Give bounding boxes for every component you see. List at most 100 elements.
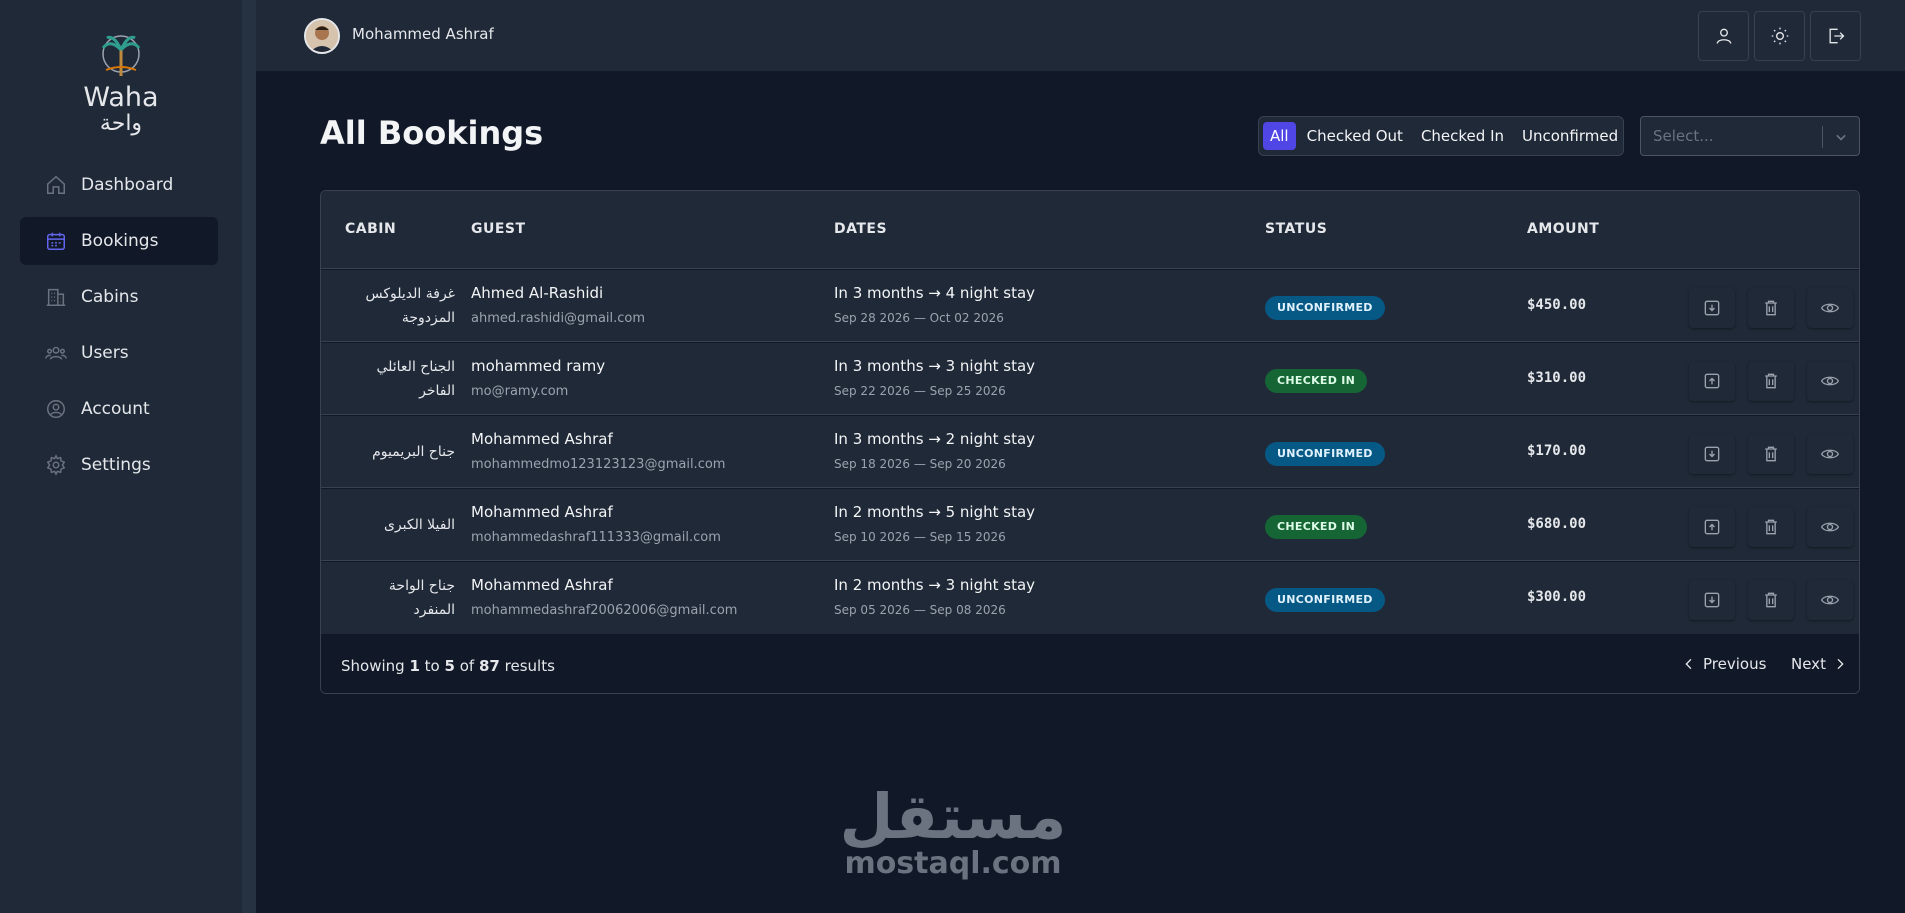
guest-name: Mohammed Ashraf xyxy=(471,576,613,594)
palm-logo-icon xyxy=(101,35,141,76)
delete-button[interactable] xyxy=(1748,507,1794,547)
next-label: Next xyxy=(1791,655,1826,673)
trash-icon xyxy=(1765,519,1777,535)
table-header: CABIN GUEST DATES STATUS AMOUNT xyxy=(321,191,1859,269)
delete-button[interactable] xyxy=(1748,288,1794,328)
trash-icon xyxy=(1765,592,1777,608)
download-box-icon xyxy=(1704,446,1720,462)
theme-toggle-button[interactable] xyxy=(1754,11,1805,61)
sun-icon xyxy=(1771,27,1788,45)
table-row: جناح الواحة المنفرد Mohammed Ashraf moha… xyxy=(321,562,1859,634)
column-header-amount: AMOUNT xyxy=(1527,221,1600,237)
logo-text-en: Waha xyxy=(83,82,159,113)
logout-icon xyxy=(1829,28,1844,44)
column-header-dates: DATES xyxy=(834,221,888,237)
logo-text-ar: واحة xyxy=(99,111,143,136)
sidebar-item-cabins[interactable]: Cabins xyxy=(20,273,218,321)
download-box-icon xyxy=(1704,592,1720,608)
sidebar-item-dashboard[interactable]: Dashboard xyxy=(20,161,218,209)
sidebar-item-label: Users xyxy=(81,343,129,363)
booking-amount: $310.00 xyxy=(1527,370,1587,386)
sidebar-item-settings[interactable]: Settings xyxy=(20,441,218,489)
chevron-down-icon xyxy=(1836,134,1846,141)
check-out-button[interactable] xyxy=(1689,507,1735,547)
logo[interactable]: Waha واحة xyxy=(0,30,242,136)
booking-amount: $300.00 xyxy=(1527,589,1587,605)
guest-name: Mohammed Ashraf xyxy=(471,430,613,448)
delete-button[interactable] xyxy=(1748,361,1794,401)
watermark-english: mostaql.com xyxy=(844,846,1062,881)
filter-checked-in[interactable]: Checked In xyxy=(1414,122,1511,150)
filter-unconfirmed[interactable]: Unconfirmed xyxy=(1515,122,1625,150)
filter-all[interactable]: All xyxy=(1263,122,1296,150)
sidebar-item-bookings[interactable]: Bookings xyxy=(20,217,218,265)
booking-amount: $450.00 xyxy=(1527,297,1587,313)
results-total: 87 xyxy=(478,657,500,675)
user-circle-icon xyxy=(47,400,65,418)
check-in-button[interactable] xyxy=(1689,580,1735,620)
calendar-icon xyxy=(47,232,65,250)
view-button[interactable] xyxy=(1807,434,1853,474)
column-header-cabin: CABIN xyxy=(345,221,397,237)
sidebar: Waha واحة Dashboard Bookings Cabins User… xyxy=(0,0,242,913)
guest-email: mo@ramy.com xyxy=(471,384,569,399)
previous-page-button[interactable]: Previous xyxy=(1681,655,1766,673)
delete-button[interactable] xyxy=(1748,434,1794,474)
watermark-arabic: مستقل xyxy=(839,780,1067,853)
check-out-button[interactable] xyxy=(1689,361,1735,401)
delete-button[interactable] xyxy=(1748,580,1794,620)
trash-icon xyxy=(1765,446,1777,462)
profile-button[interactable] xyxy=(1698,11,1749,61)
next-page-button[interactable]: Next xyxy=(1791,655,1848,673)
watermark: مستقل mostaql.com xyxy=(836,786,1070,880)
eye-icon xyxy=(1820,522,1840,532)
guest-name: Ahmed Al-Rashidi xyxy=(471,284,604,302)
date-range: Sep 10 2026 — Sep 15 2026 xyxy=(834,530,1006,544)
building-icon xyxy=(46,288,66,306)
stay-summary: In 3 months → 2 night stay xyxy=(834,430,1036,448)
home-icon xyxy=(47,175,65,194)
sidebar-item-users[interactable]: Users xyxy=(20,329,218,377)
avatar[interactable] xyxy=(304,18,340,54)
logout-button[interactable] xyxy=(1810,11,1861,61)
table-row: غرفة الديلوكس المزدوجة Ahmed Al-Rashidi … xyxy=(321,270,1859,342)
user-icon xyxy=(1716,28,1731,44)
results-from: 1 xyxy=(409,657,420,675)
status-badge: CHECKED IN xyxy=(1265,515,1368,539)
gear-icon xyxy=(46,454,66,476)
results-to: 5 xyxy=(444,657,455,675)
sidebar-item-account[interactable]: Account xyxy=(20,385,218,433)
table-row: جناح البريميوم Mohammed Ashraf mohammedm… xyxy=(321,416,1859,488)
sidebar-nav: Dashboard Bookings Cabins Users Account … xyxy=(20,161,218,497)
sort-select[interactable]: Select... xyxy=(1640,116,1860,156)
view-button[interactable] xyxy=(1807,361,1853,401)
booking-amount: $680.00 xyxy=(1527,516,1587,532)
cabin-name: الجناح العائلي الفاخر xyxy=(376,359,455,399)
view-button[interactable] xyxy=(1807,288,1853,328)
sidebar-scrollbar[interactable] xyxy=(242,0,256,913)
header-username: Mohammed Ashraf xyxy=(352,25,494,43)
avatar-portrait-icon xyxy=(306,20,338,52)
stay-summary: In 3 months → 4 night stay xyxy=(834,284,1036,302)
guest-email: ahmed.rashidi@gmail.com xyxy=(471,311,646,326)
view-button[interactable] xyxy=(1807,580,1853,620)
trash-icon xyxy=(1765,300,1777,316)
cabin-name: جناح البريميوم xyxy=(372,444,455,460)
eye-icon xyxy=(1820,376,1840,386)
cabin-name: غرفة الديلوكس المزدوجة xyxy=(365,286,455,326)
check-in-button[interactable] xyxy=(1689,434,1735,474)
table-footer: Showing 1 to 5 of 87 results Previous Ne… xyxy=(321,637,1859,693)
sidebar-item-label: Bookings xyxy=(81,231,159,251)
view-button[interactable] xyxy=(1807,507,1853,547)
sort-select-placeholder: Select... xyxy=(1653,127,1714,145)
stay-summary: In 2 months → 3 night stay xyxy=(834,576,1036,594)
check-in-button[interactable] xyxy=(1689,288,1735,328)
booking-amount: $170.00 xyxy=(1527,443,1587,459)
table-row: الجناح العائلي الفاخر mohammed ramy mo@r… xyxy=(321,343,1859,415)
filter-checked-out[interactable]: Checked Out xyxy=(1300,122,1410,150)
eye-icon xyxy=(1820,449,1840,459)
chevron-right-icon xyxy=(1837,658,1844,670)
top-header: Mohammed Ashraf xyxy=(256,0,1905,72)
status-badge: UNCONFIRMED xyxy=(1265,442,1385,466)
trash-icon xyxy=(1765,373,1777,389)
